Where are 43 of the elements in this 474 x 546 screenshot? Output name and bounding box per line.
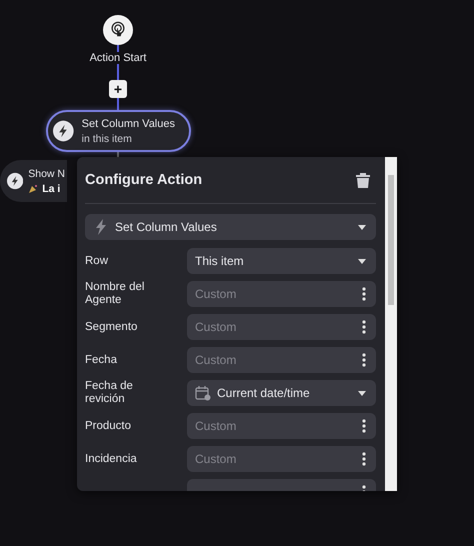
caret-icon (358, 224, 366, 230)
action-node[interactable]: Show N La i (0, 160, 67, 202)
party-icon (28, 184, 38, 194)
field-label: Row (85, 254, 110, 268)
custom-value-input[interactable]: Custom (195, 320, 356, 334)
node-title: Show N (28, 168, 65, 180)
custom-value-field[interactable]: Custom (187, 413, 376, 439)
field-label: Incidencia (85, 452, 138, 466)
custom-value-input[interactable]: Custom (195, 287, 356, 301)
start-node[interactable] (103, 15, 133, 45)
custom-value-input[interactable]: Custom (195, 452, 356, 466)
more-icon[interactable] (362, 287, 366, 301)
lightning-icon (95, 219, 107, 235)
more-icon[interactable] (362, 320, 366, 334)
custom-value-field[interactable]: Custom (187, 347, 376, 373)
panel-title: Configure Action (85, 172, 202, 188)
field-label: Nombre del Agente (85, 281, 146, 307)
calendar-icon (195, 385, 211, 401)
more-icon[interactable] (362, 419, 366, 433)
field-label: Fecha (85, 354, 118, 366)
field-label: Fecha de revición (85, 380, 134, 406)
custom-value-field[interactable]: Custom (187, 446, 376, 472)
custom-value-input[interactable]: Custom (195, 419, 356, 433)
custom-value-field[interactable]: Custom (187, 281, 376, 307)
row-select[interactable]: This item (187, 248, 376, 274)
custom-value-input[interactable]: Custom (195, 353, 356, 367)
trash-icon[interactable] (356, 172, 370, 188)
node-subtitle: La i (42, 182, 60, 194)
more-icon[interactable] (362, 452, 366, 466)
action-node[interactable]: Set Column Values in this item (46, 110, 191, 152)
custom-value-field[interactable]: Custom (187, 314, 376, 340)
field-label: Segmento (85, 320, 138, 334)
date-select[interactable]: Current date/time (187, 380, 376, 406)
scrollbar[interactable] (385, 157, 397, 491)
field-label: Producto (85, 420, 132, 432)
caret-icon (358, 390, 366, 396)
caret-icon (358, 258, 366, 264)
add-step-button[interactable]: + (109, 80, 127, 98)
node-title: Set Column Values (82, 118, 175, 130)
action-select[interactable]: Set Column Values (85, 214, 376, 240)
node-subtitle: in this item (82, 132, 132, 144)
touch-icon (109, 21, 127, 39)
more-icon[interactable] (362, 353, 366, 367)
